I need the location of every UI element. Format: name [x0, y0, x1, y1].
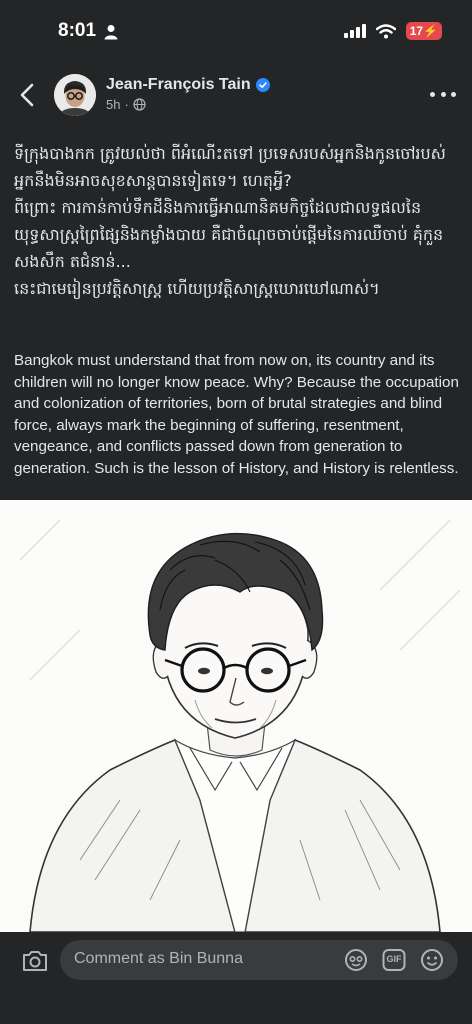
battery-level: 17: [409, 24, 424, 38]
khmer-line: ពីព្រោះ ការកាន់កាប់ទឹកដីនិងការធ្វើអាណានិ…: [14, 198, 422, 217]
signal-icon: [343, 24, 366, 38]
wifi-icon: [375, 23, 396, 38]
post-text-english: Bangkok must understand that from now on…: [14, 352, 459, 477]
post-meta: 5h ·: [106, 97, 146, 112]
more-dot: [430, 91, 435, 97]
khmer-line: អ្នកនឹងមិនអាចសុខសាន្តបានទៀតទេ។ ហេតុអ្វី?: [14, 171, 292, 190]
chevron-left-icon: [20, 83, 34, 107]
comment-placeholder: Comment as Bin Bunna: [74, 950, 243, 967]
gif-button[interactable]: GIF: [382, 948, 406, 972]
comment-bar: Comment as Bin Bunna GIF: [0, 932, 472, 1024]
post-header: Jean-François Tain 5h ·: [0, 66, 472, 126]
sketch-portrait-image: [0, 500, 472, 932]
post-text-khmer: ទីក្រុងបាងកក ត្រូវយល់ថា ពីអំណើះតទៅ ប្រទេ…: [14, 140, 460, 302]
camera-icon[interactable]: [20, 946, 50, 976]
more-options-button[interactable]: [430, 86, 456, 102]
gif-label: GIF: [386, 954, 402, 964]
meta-separator: ·: [124, 97, 129, 112]
status-indicators: 17⚡: [343, 22, 442, 40]
post-age: 5h: [106, 97, 121, 112]
battery-indicator: 17⚡: [405, 22, 442, 40]
back-button[interactable]: [14, 80, 40, 110]
emoji-icon[interactable]: [420, 948, 444, 972]
khmer-line: សងសឹក តជំនាន់...: [14, 252, 131, 271]
verified-badge-icon: [255, 78, 270, 92]
post-image[interactable]: [0, 500, 472, 932]
more-dot: [440, 91, 446, 97]
khmer-line: នេះជាមេរៀនប្រវត្តិសាស្ត្រ ហើយប្រវត្តិសាស…: [14, 279, 380, 298]
avatar-sticker-icon[interactable]: [344, 948, 368, 972]
status-time: 8:01: [58, 20, 97, 41]
author-name-text: Jean-François Tain: [106, 76, 251, 93]
khmer-line: ទីក្រុងបាងកក ត្រូវយល់ថា ពីអំណើះតទៅ ប្រទេ…: [14, 144, 446, 163]
status-bar: 8:01 17⚡: [0, 0, 472, 62]
comment-input[interactable]: Comment as Bin Bunna GIF: [60, 940, 458, 980]
khmer-line: យុទ្ធសាស្ត្រព្រៃផ្សៃនិងកម្លាំងបាយ គឺជាចំ…: [14, 225, 444, 244]
avatar-portrait: [54, 74, 96, 116]
author-name[interactable]: Jean-François Tain: [106, 76, 270, 94]
author-avatar[interactable]: [54, 74, 96, 116]
charging-icon: ⚡: [423, 24, 438, 38]
globe-icon: [133, 98, 146, 111]
more-dot: [451, 91, 456, 97]
person-icon: [104, 25, 118, 40]
